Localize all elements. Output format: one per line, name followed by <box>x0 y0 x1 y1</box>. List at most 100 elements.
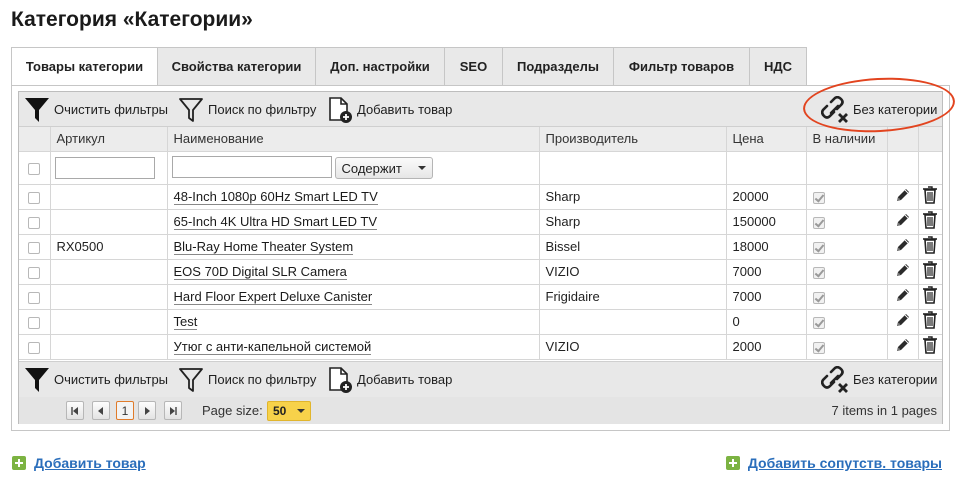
table-row[interactable]: 65-Inch 4K Ultra HD Smart LED TV Sharp 150… <box>19 209 942 235</box>
edit-button[interactable] <box>887 284 919 310</box>
product-name-link[interactable]: Утюг с анти-капельной системой <box>173 339 372 355</box>
edit-button[interactable] <box>887 309 919 335</box>
article-filter-input[interactable] <box>54 156 155 179</box>
delete-button[interactable] <box>918 209 942 235</box>
article-cell <box>50 334 168 360</box>
edit-pencil-icon <box>896 264 909 276</box>
select-all-checkbox[interactable] <box>28 162 41 175</box>
tab-subsections[interactable]: Подразделы <box>503 47 614 86</box>
name-filter-input[interactable] <box>171 155 332 178</box>
row-select-checkbox[interactable] <box>28 291 41 304</box>
edit-button[interactable] <box>887 234 919 260</box>
first-page-button[interactable] <box>66 401 84 420</box>
table-row[interactable]: Hard Floor Expert Deluxe Canister Frigida… <box>19 284 942 310</box>
name-filter-operator-value: Содержит <box>341 160 402 176</box>
article-cell <box>50 284 168 310</box>
price-cell: 2000 <box>726 334 807 360</box>
last-page-button[interactable] <box>164 401 182 420</box>
search-by-filter-label: Поиск по фильтру <box>208 372 317 387</box>
clear-filters-button[interactable]: Очистить фильтры <box>24 92 168 127</box>
edit-button[interactable] <box>887 184 919 210</box>
table-row[interactable]: RX0500 Blu-Ray Home Theater System Bissel 1… <box>19 234 942 260</box>
article-cell <box>50 209 168 235</box>
add-document-icon <box>329 366 352 393</box>
row-select-checkbox[interactable] <box>28 341 41 354</box>
product-name-link[interactable]: EOS 70D Digital SLR Camera <box>173 264 347 280</box>
delete-button[interactable] <box>918 234 942 260</box>
next-page-button[interactable] <box>138 401 156 420</box>
trash-icon <box>923 236 938 254</box>
products-grid: Очистить фильтры Поиск по фильтру Добави… <box>18 91 943 424</box>
edit-button[interactable] <box>887 209 919 235</box>
manufacturer-column-header[interactable]: Производитель <box>539 127 727 152</box>
in-stock-checkbox <box>812 266 825 279</box>
table-row[interactable]: Test 0 <box>19 309 942 335</box>
in-stock-column-header[interactable]: В наличии <box>806 127 888 152</box>
row-select-checkbox[interactable] <box>28 191 41 204</box>
delete-button[interactable] <box>918 184 942 210</box>
search-by-filter-button-bottom[interactable]: Поиск по фильтру <box>178 362 316 397</box>
price-cell: 0 <box>726 309 807 335</box>
row-select-cell <box>19 309 51 335</box>
tab-vat[interactable]: НДС <box>750 47 807 86</box>
name-cell: 48-Inch 1080p 60Hz Smart LED TV <box>167 184 540 210</box>
article-column-header[interactable]: Артикул <box>50 127 168 152</box>
trash-icon <box>923 211 938 229</box>
page-1-button[interactable]: 1 <box>116 401 134 420</box>
products-table: Артикул Наименование Производитель Цена … <box>19 127 942 360</box>
last-page-icon <box>170 406 177 415</box>
search-by-filter-label: Поиск по фильтру <box>208 102 317 117</box>
delete-button[interactable] <box>918 309 942 335</box>
add-product-button-bottom[interactable]: Добавить товар <box>327 362 452 397</box>
add-product-button[interactable]: Добавить товар <box>327 92 452 127</box>
product-name-link[interactable]: Hard Floor Expert Deluxe Canister <box>173 289 373 305</box>
price-column-header[interactable]: Цена <box>726 127 807 152</box>
name-cell: Blu-Ray Home Theater System <box>167 234 540 260</box>
tab-seo[interactable]: SEO <box>445 47 503 86</box>
row-select-cell <box>19 209 51 235</box>
delete-button[interactable] <box>918 334 942 360</box>
clear-filters-button-bottom[interactable]: Очистить фильтры <box>24 362 168 397</box>
edit-pencil-icon <box>896 214 909 226</box>
footer-add-product-link[interactable]: Добавить товар <box>12 455 146 471</box>
edit-button[interactable] <box>887 259 919 285</box>
page-size-select[interactable]: 50 <box>267 401 311 421</box>
edit-pencil-icon <box>896 289 909 301</box>
product-name-link[interactable]: Test <box>173 314 198 330</box>
table-row[interactable]: EOS 70D Digital SLR Camera VIZIO 7000 <box>19 259 942 285</box>
footer-add-related-link[interactable]: Добавить сопутств. товары <box>725 455 942 471</box>
in-stock-cell <box>806 209 888 235</box>
tab-bar: Товары категории Свойства категории Доп.… <box>11 47 807 86</box>
footer-add-product-label: Добавить товар <box>34 455 146 471</box>
no-category-button-bottom[interactable]: Без категории <box>821 362 937 397</box>
product-name-link[interactable]: Blu-Ray Home Theater System <box>173 239 354 255</box>
manufacturer-filter-cell <box>539 151 727 185</box>
table-row[interactable]: 48-Inch 1080p 60Hz Smart LED TV Sharp 2000… <box>19 184 942 210</box>
product-name-link[interactable]: 48-Inch 1080p 60Hz Smart LED TV <box>173 189 378 205</box>
in-stock-checkbox <box>812 291 825 304</box>
in-stock-cell <box>806 184 888 210</box>
no-category-button[interactable]: Без категории <box>821 92 937 127</box>
name-filter-operator-select[interactable]: Содержит <box>334 157 433 180</box>
row-select-checkbox[interactable] <box>28 216 41 229</box>
table-row[interactable]: Утюг с анти-капельной системой VIZIO 2000 <box>19 334 942 360</box>
row-select-checkbox[interactable] <box>28 266 41 279</box>
row-select-checkbox[interactable] <box>28 241 41 254</box>
edit-button[interactable] <box>887 334 919 360</box>
row-select-checkbox[interactable] <box>28 316 41 329</box>
tab-category-products[interactable]: Товары категории <box>11 47 158 86</box>
tab-extra-settings[interactable]: Доп. настройки <box>316 47 445 86</box>
delete-button[interactable] <box>918 259 942 285</box>
tab-category-properties[interactable]: Свойства категории <box>158 47 316 86</box>
name-column-header[interactable]: Наименование <box>167 127 540 152</box>
product-name-link[interactable]: 65-Inch 4K Ultra HD Smart LED TV <box>173 214 377 230</box>
search-by-filter-button[interactable]: Поиск по фильтру <box>178 92 316 127</box>
clear-filters-label: Очистить фильтры <box>54 372 169 387</box>
no-category-label: Без категории <box>853 372 938 387</box>
first-page-icon <box>71 406 78 415</box>
in-stock-checkbox <box>812 341 825 354</box>
delete-button[interactable] <box>918 284 942 310</box>
pager-summary: 7 items in 1 pages <box>831 403 937 418</box>
tab-product-filter[interactable]: Фильтр товаров <box>614 47 750 86</box>
prev-page-button[interactable] <box>92 401 110 420</box>
